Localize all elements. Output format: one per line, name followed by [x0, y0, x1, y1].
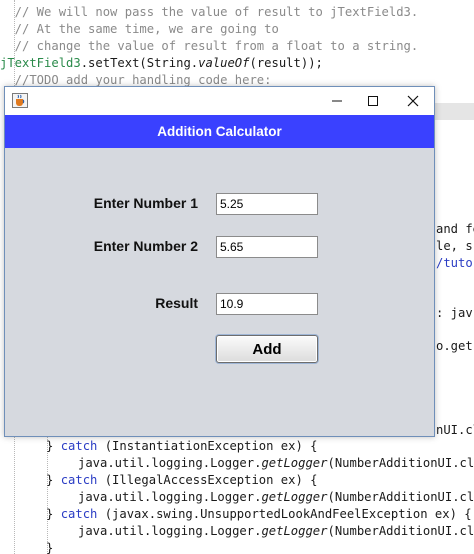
maximize-button[interactable]: [355, 87, 391, 115]
code-keyword: catch: [60, 507, 98, 521]
code-logger-line: java.util.logging.Logger.getLogger(Numbe…: [78, 455, 474, 471]
code-method: valueOf: [198, 56, 250, 70]
code-comment-line: // We will now pass the value of result …: [0, 5, 419, 19]
code-fragment: nUI.cl: [436, 423, 474, 437]
code-text: (javax.swing.UnsupportedLookAndFeelExcep…: [97, 507, 472, 521]
result-label: Result: [155, 295, 198, 311]
code-identifier: jTextField3: [0, 56, 81, 70]
java-cup-icon: [12, 93, 28, 108]
window-titlebar[interactable]: [5, 87, 434, 115]
number1-label: Enter Number 1: [93, 195, 198, 211]
code-keyword: catch: [60, 439, 98, 453]
code-comment-line: // change the value of result from a flo…: [0, 39, 419, 53]
code-settext-line: jTextField3.setText(String.valueOf(resul…: [0, 55, 323, 71]
code-text: (result));: [249, 56, 323, 70]
maximize-icon: [368, 96, 378, 106]
result-field[interactable]: [216, 293, 318, 315]
code-brace-line: }: [46, 541, 54, 554]
code-method: getLogger: [261, 456, 328, 470]
close-button[interactable]: [395, 87, 431, 115]
code-fragment: /tuto: [436, 256, 473, 270]
code-fragment: and fe: [436, 222, 474, 236]
code-method: getLogger: [261, 490, 328, 504]
code-text: (NumberAdditionUI.cl: [327, 490, 474, 504]
code-text: java.util.logging.Logger.: [78, 524, 262, 538]
number2-field[interactable]: [216, 236, 318, 258]
code-fragment: o.get(: [436, 339, 474, 353]
code-comment-line: // At the same time, we are going to: [0, 22, 279, 36]
code-catch-line: } catch (javax.swing.UnsupportedLookAndF…: [46, 507, 472, 521]
header-title: Addition Calculator: [5, 115, 434, 148]
code-text: .setText(String.: [80, 56, 199, 70]
number2-label: Enter Number 2: [93, 238, 198, 254]
code-logger-line: java.util.logging.Logger.getLogger(Numbe…: [78, 523, 474, 539]
code-fragment: le, s: [436, 239, 473, 253]
code-text: (NumberAdditionUI.cl: [327, 456, 474, 470]
code-text: java.util.logging.Logger.: [78, 456, 262, 470]
code-keyword: catch: [60, 473, 98, 487]
code-catch-line: } catch (InstantiationException ex) {: [46, 439, 318, 453]
code-method: getLogger: [261, 524, 328, 538]
code-text: (IllegalAccessException ex) {: [97, 473, 318, 487]
code-text: (NumberAdditionUI.cl: [327, 524, 474, 538]
add-button[interactable]: Add: [216, 335, 318, 363]
minimize-icon: [332, 100, 342, 102]
number1-field[interactable]: [216, 193, 318, 215]
code-logger-line: java.util.logging.Logger.getLogger(Numbe…: [78, 489, 474, 505]
addition-calculator-window: Addition Calculator Enter Number 1 Enter…: [4, 86, 435, 437]
code-text: java.util.logging.Logger.: [78, 490, 262, 504]
code-fragment: : jav: [436, 306, 473, 320]
close-icon: [407, 95, 419, 107]
code-catch-line: } catch (IllegalAccessException ex) {: [46, 473, 318, 487]
minimize-button[interactable]: [319, 87, 355, 115]
code-text: (InstantiationException ex) {: [97, 439, 318, 453]
